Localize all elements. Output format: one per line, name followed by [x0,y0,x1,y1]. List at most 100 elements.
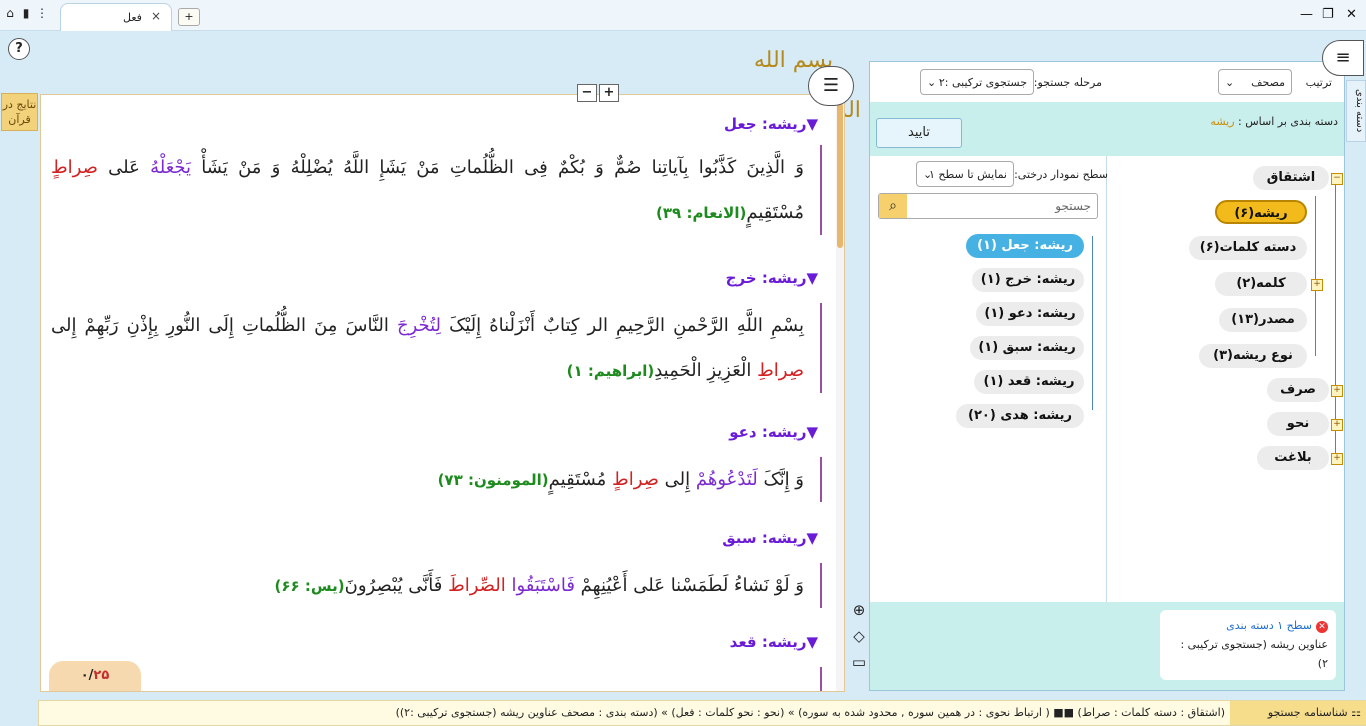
help-button[interactable]: ? [8,38,30,60]
home-icon[interactable]: ⌂ [4,6,16,20]
root-heading[interactable]: ▼ریشه: دعو [729,423,818,441]
tree-connector [1092,236,1093,410]
filter-settings-icon[interactable]: ☰ [808,66,854,106]
tab-label: فعل [123,11,142,24]
sort-label: ترتیب [1305,76,1332,89]
verse-reference[interactable]: (الانعام: ٣٩) [656,204,746,222]
diamond-expand-icon[interactable]: ◇ [848,626,870,646]
category-node[interactable]: بلاغت [1257,446,1329,470]
expand-icon[interactable]: + [1331,385,1343,397]
zoom-search-icon[interactable]: ⊕ [848,600,870,620]
highlighted-word[interactable]: صِراطٍ [51,157,98,178]
level-body: عناوین ریشه (جستجوی ترکیبی : ٢) [1180,638,1328,670]
quick-icons: ⌂ ▮ ⋮ [4,6,48,20]
tab-bar: ⌂ ▮ ⋮ × فعل + — ❐ ✕ [0,0,1366,31]
tree-icon: ⚏ [1351,706,1361,719]
sort-select[interactable]: مصحف ⌄ [1218,69,1292,95]
minimize-icon[interactable]: — [1300,7,1313,22]
root-node[interactable]: ریشه: خرج (١) [972,268,1084,292]
verse-reference[interactable]: (یس: ۶۶) [275,577,345,595]
verse-text: وَ إِنَّکَ لَتَدْعُوهُمْ إِلى صِراطٍ مُس… [51,457,822,502]
highlighted-word[interactable]: یَجْعَلْهُ [150,157,191,178]
level-title: سطح ١ دسته بندی [1226,619,1312,632]
zoom-in-button[interactable]: + [599,84,619,102]
verse-fragment: فَأَنَّى یُبْصِرُونَ [344,575,449,596]
more-icon[interactable]: ⋮ [36,6,48,20]
results-text-pane: ▼ریشه: جعل وَ الَّذِینَ کَذَّبُوا بِآیات… [40,94,845,692]
book-view-icon[interactable]: ▭ [848,652,870,672]
tab-close-icon[interactable]: × [151,9,161,23]
collapse-icon[interactable]: − [1331,173,1343,185]
search-panel: ترتیب مصحف ⌄ مرحله جستجو: جستجوی ترکیبی … [869,61,1345,691]
expand-icon[interactable]: + [1331,419,1343,431]
page-total: ٠ [80,668,89,683]
category-node[interactable]: کلمه(٢) [1215,272,1307,296]
confirm-button[interactable]: تایید [876,118,962,148]
highlighted-word[interactable]: لَتَدْعُوهُمْ [696,469,758,490]
root-heading[interactable]: ▼ریشه: خرج [726,269,818,287]
chevron-down-icon: ⌄ [927,76,937,89]
book-icon[interactable]: ▮ [20,6,32,20]
restore-icon[interactable]: ❐ [1322,7,1334,22]
expand-icon[interactable]: + [1311,279,1323,291]
tree-connector [1315,196,1316,356]
root-node[interactable]: ریشه: قعد (١) [974,370,1084,394]
stage-select[interactable]: جستجوی ترکیبی :٢ ⌄ [920,69,1034,95]
search-profile-text: (اشتقاق : دسته کلمات : صراط) ■■ ( ارتباط… [395,706,1225,719]
stage-label: مرحله جستجو: [1033,76,1102,89]
root-heading[interactable]: ▼ریشه: جعل [724,115,818,133]
add-tab-button[interactable]: + [178,8,200,26]
category-bar: دسته بندی بر اساس : ریشه تایید [870,102,1344,156]
level-footer: ✕ سطح ١ دسته بندی عناوین ریشه (جستجوی ترک… [870,602,1344,690]
verse-fragment: وَ إِنَّکَ [757,469,804,490]
category-node[interactable]: دسته کلمات(۶) [1189,236,1307,260]
highlighted-word[interactable]: لِتُخْرِجَ [397,315,441,336]
remove-level-icon[interactable]: ✕ [1316,621,1328,633]
category-node[interactable]: مصدر(١٣) [1219,308,1307,332]
root-heading[interactable]: ▼ریشه: قعد [730,633,818,651]
search-icon[interactable]: ⌕ [879,194,907,218]
root-node[interactable]: ریشه: هدی (٢٠) [956,404,1084,428]
category-node[interactable]: صرف [1267,378,1329,402]
verse-fragment: عَلى [97,157,151,178]
search-placeholder: جستجو [1055,199,1091,213]
close-window-icon[interactable]: ✕ [1346,7,1357,22]
tree-level-select[interactable]: نمایش تا سطح ١ ⌄ [916,161,1014,187]
font-zoom-controls: − + [577,84,619,102]
category-node[interactable]: اشتقاق [1253,166,1329,190]
verse-fragment: مُسْتَقِیمٍ [548,469,613,490]
chevron-down-icon: ⌄ [923,168,933,181]
root-node[interactable]: ریشه: جعل (١) [966,234,1084,258]
category-vertical-tab[interactable]: دسته بندی [1346,80,1366,142]
category-node[interactable]: ریشه(۶) [1215,200,1307,224]
verse-fragment: مُسْتَقِیمٍ [746,202,804,223]
search-input[interactable]: ⌕ جستجو [878,193,1098,219]
verse-text: وَ الَّذِینَ کَذَّبُوا بِآیاتِنا صُمٌّ و… [51,145,822,235]
highlighted-word[interactable]: صِراطِ [757,360,804,381]
results-in-quran-tab[interactable]: نتایج در قرآن [1,93,38,131]
highlighted-word[interactable]: صِراطٍ [612,469,659,490]
highlighted-word[interactable]: الصِّراطَ [448,575,506,596]
verse-fragment: الْعَزِیزِ الْحَمِیدِ [654,360,758,381]
scrollbar[interactable] [836,95,844,691]
zoom-out-button[interactable]: − [577,84,597,102]
root-node[interactable]: ریشه: سبق (١) [970,336,1084,360]
page-current: ٢۵ [93,668,110,683]
root-node[interactable]: ریشه: دعو (١) [976,302,1084,326]
tab-verb[interactable]: × فعل [60,3,172,31]
verse-reference[interactable]: (المومنون: ٧٣) [438,471,549,489]
category-tree: اشتقاق − ریشه(۶) دسته کلمات(۶) کلمه(٢) + مصدر(… [1106,156,1345,602]
highlighted-word[interactable]: فَاسْتَبَقُوا [512,575,575,596]
verse-fragment: وَ الَّذِینَ کَذَّبُوا بِآیاتِنا صُمٌّ و… [191,157,804,178]
verse-text: بِسْمِ اللَّهِ الرَّحْمنِ الرَّحِیمِ الر… [51,303,822,393]
category-node[interactable]: نوع ریشه(٣) [1199,344,1307,368]
verse-reference[interactable]: (ابراهیم: ١) [567,362,655,380]
stage-value: جستجوی ترکیبی :٢ [938,76,1027,89]
tree-level-label: سطح نمودار درختی: [1014,168,1108,181]
search-profile-title[interactable]: ⚏ شناسنامه جستجو [1230,701,1366,725]
expand-icon[interactable]: + [1331,453,1343,465]
root-heading[interactable]: ▼ریشه: سبق [722,529,818,547]
tree-level-value: نمایش تا سطح ١ [928,168,1007,181]
menu-icon[interactable]: ≡ [1322,40,1364,76]
category-node[interactable]: نحو [1267,412,1329,436]
